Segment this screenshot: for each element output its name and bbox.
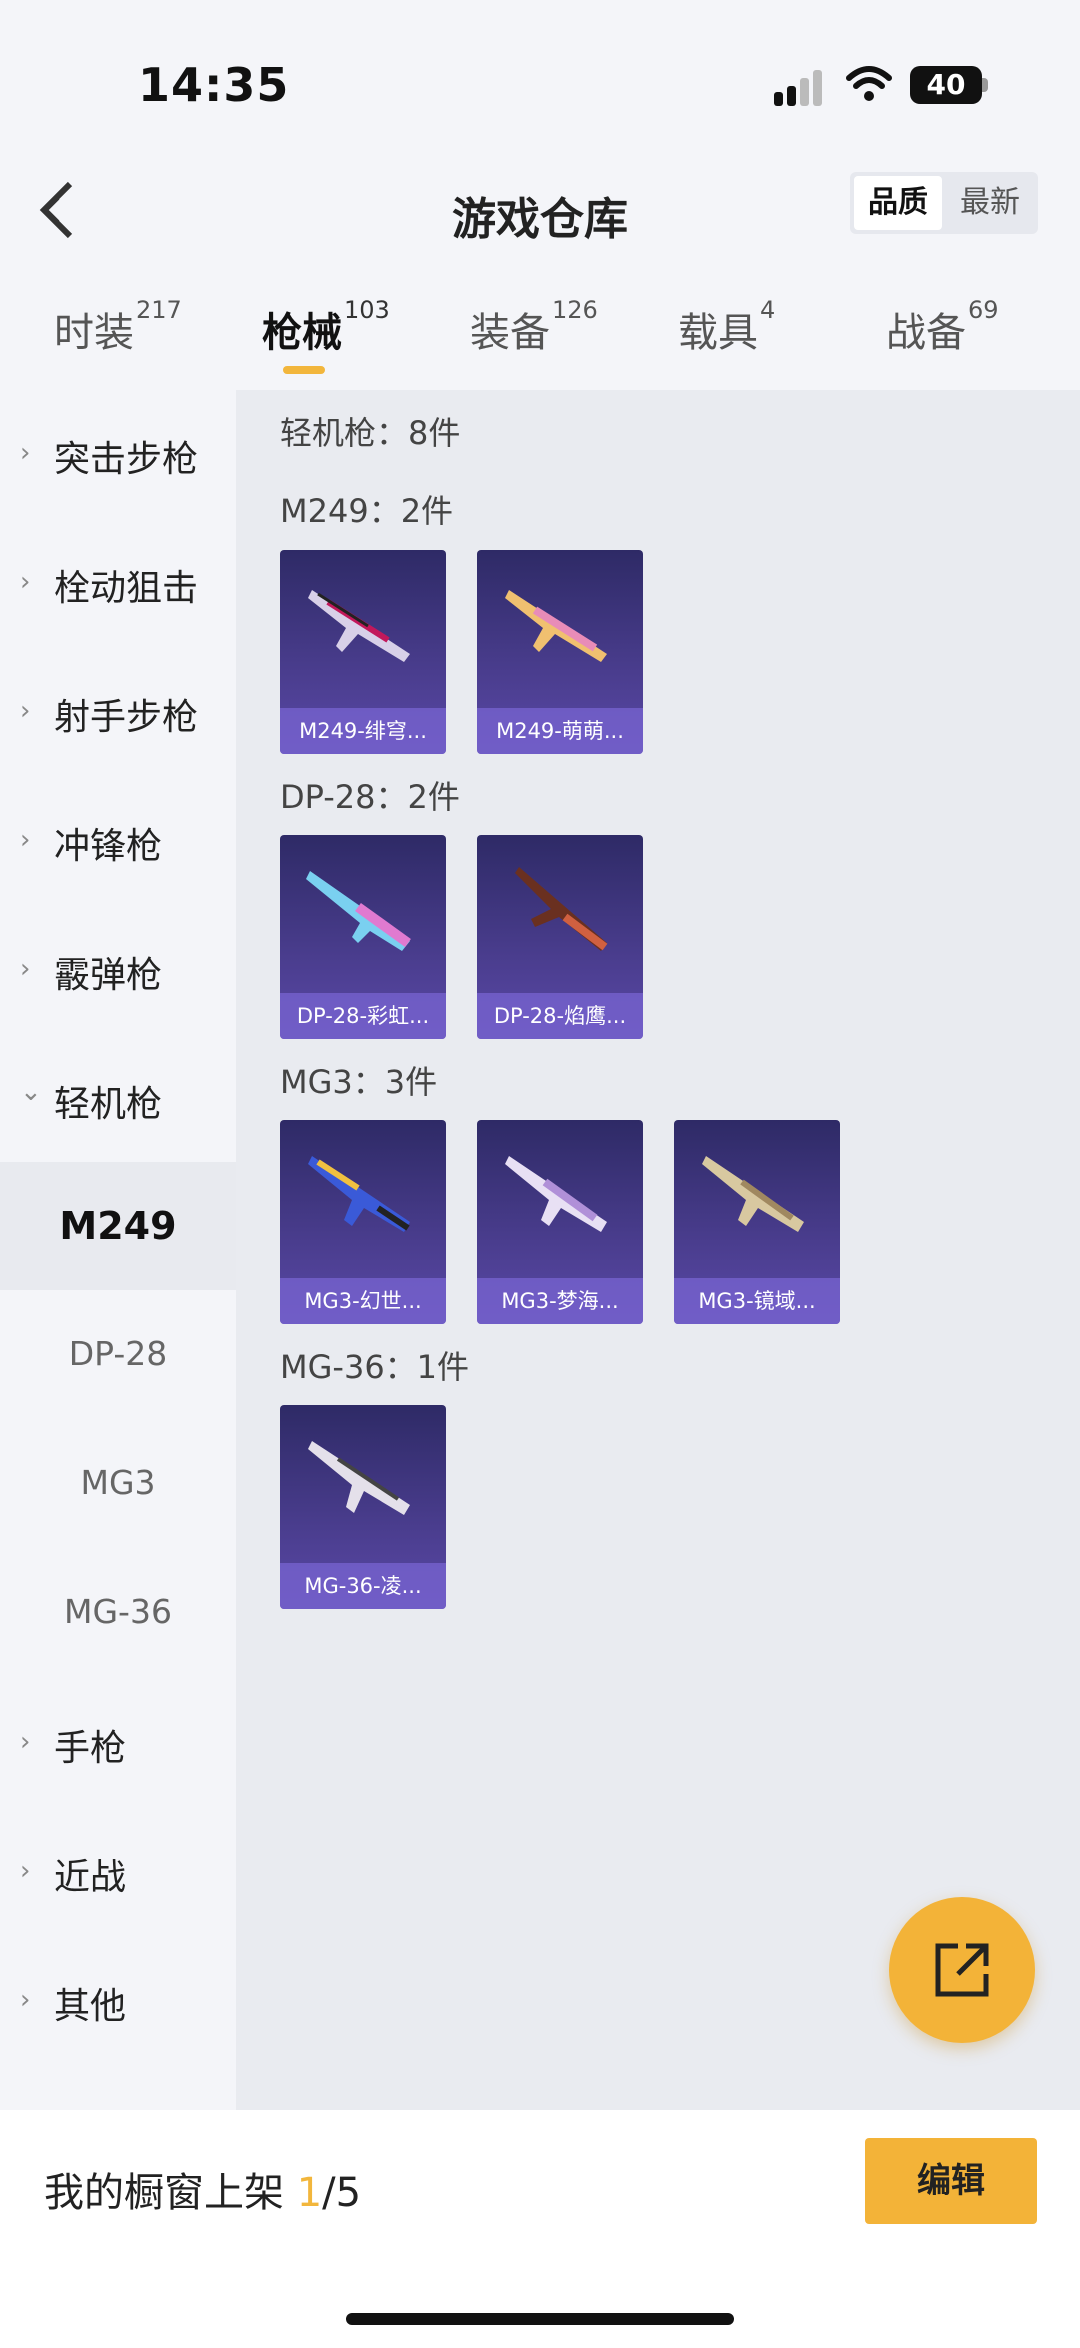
tab-count: 126 xyxy=(552,296,598,324)
chevron-right-icon: › xyxy=(20,954,31,984)
sidebar-item-label: 其他 xyxy=(54,1986,127,2027)
share-button[interactable] xyxy=(889,1897,1035,2043)
sidebar-item-label: 栓动狙击 xyxy=(54,568,199,609)
tab-count: 103 xyxy=(344,296,390,324)
sidebar-item-label: 射手步枪 xyxy=(54,697,199,738)
chevron-right-icon: › xyxy=(20,1856,31,1886)
sidebar-item-label: 霰弹枪 xyxy=(54,955,163,996)
tab-equipment[interactable]: 装备126 xyxy=(470,296,598,358)
tab-label: 装备 xyxy=(470,310,550,356)
weapon-skin-name: M249-绯穹... xyxy=(280,708,446,754)
tab-label: 战备 xyxy=(886,310,966,356)
weapon-skin-card[interactable]: MG3-梦海... xyxy=(477,1120,643,1324)
sidebar-subitem-mg36[interactable]: MG-36 xyxy=(0,1548,236,1676)
weapon-skin-name: MG3-镜域... xyxy=(674,1278,840,1324)
weapon-image xyxy=(505,590,607,662)
weapon-skin-name: DP-28-焰鹰... xyxy=(477,993,643,1039)
chevron-right-icon: › xyxy=(20,1985,31,2015)
chevron-right-icon: › xyxy=(20,696,31,726)
chevron-right-icon: › xyxy=(20,567,31,597)
status-time: 14:35 xyxy=(138,58,290,112)
weapon-skin-name: DP-28-彩虹... xyxy=(280,993,446,1039)
weapon-skin-name: MG3-梦海... xyxy=(477,1278,643,1324)
chevron-right-icon: › xyxy=(20,438,31,468)
chevron-right-icon: › xyxy=(20,1727,31,1757)
sidebar-subitem-m249[interactable]: M249 xyxy=(0,1162,236,1290)
wifi-icon xyxy=(846,66,892,101)
tab-label: 时装 xyxy=(54,310,134,356)
active-tab-indicator xyxy=(283,366,325,374)
weapon-skin-card[interactable]: M249-绯穹... xyxy=(280,550,446,754)
weapon-skin-card[interactable]: M249-萌萌... xyxy=(477,550,643,754)
weapon-skin-card[interactable]: DP-28-焰鹰... xyxy=(477,835,643,1039)
tab-count: 217 xyxy=(136,296,182,324)
sidebar-item-bolt-sniper[interactable]: › 栓动狙击 xyxy=(0,517,236,647)
weapon-skin-card[interactable]: DP-28-彩虹... xyxy=(280,835,446,1039)
category-count-header: 轻机枪：8件 xyxy=(280,414,461,452)
group-header-mg36: MG-36：1件 xyxy=(280,1348,470,1386)
weapon-image xyxy=(308,590,410,662)
tab-firearms[interactable]: 枪械103 xyxy=(262,296,390,358)
sidebar-item-label: 冲锋枪 xyxy=(54,826,163,867)
sidebar-item-assault-rifle[interactable]: › 突击步枪 xyxy=(0,388,236,518)
weapon-skin-name: M249-萌萌... xyxy=(477,708,643,754)
tab-fashion[interactable]: 时装217 xyxy=(54,296,182,358)
share-external-icon xyxy=(935,1943,989,1997)
sort-quality-button[interactable]: 品质 xyxy=(854,176,942,230)
sidebar-item-label: 近战 xyxy=(54,1857,127,1898)
group-header-dp28: DP-28：2件 xyxy=(280,778,460,816)
sidebar-item-lmg[interactable]: ⌄ 轻机枪 xyxy=(0,1033,236,1163)
sidebar-item-label: 手枪 xyxy=(54,1728,127,1769)
edit-button[interactable]: 编辑 xyxy=(865,2138,1037,2224)
sidebar-item-pistol[interactable]: › 手枪 xyxy=(0,1677,236,1807)
sidebar-item-marksman-rifle[interactable]: › 射手步枪 xyxy=(0,646,236,776)
sidebar-subitem-mg3[interactable]: MG3 xyxy=(0,1419,236,1547)
weapon-skin-card[interactable]: MG3-幻世... xyxy=(280,1120,446,1324)
weapon-skin-card[interactable]: MG3-镜域... xyxy=(674,1120,840,1324)
tab-label: 枪械 xyxy=(262,310,342,356)
weapon-image xyxy=(306,871,411,951)
sidebar-subitem-dp28[interactable]: DP-28 xyxy=(0,1290,236,1418)
tab-supplies[interactable]: 战备69 xyxy=(886,296,999,358)
showcase-count: 我的橱窗上架 1/5 xyxy=(44,2160,361,2218)
group-header-mg3: MG3：3件 xyxy=(280,1063,438,1101)
cellular-signal-icon xyxy=(774,70,826,106)
sort-toggle: 品质 最新 xyxy=(850,172,1038,234)
chevron-right-icon: › xyxy=(20,825,31,855)
home-indicator[interactable] xyxy=(346,2313,734,2325)
showcase-label: 我的橱窗上架 xyxy=(44,2170,297,2216)
group-header-m249: M249：2件 xyxy=(280,492,454,530)
sidebar-item-smg[interactable]: › 冲锋枪 xyxy=(0,775,236,905)
weapon-image xyxy=(702,1156,804,1232)
weapon-skin-card[interactable]: MG-36-凌... xyxy=(280,1405,446,1609)
chevron-down-icon: ⌄ xyxy=(20,1077,42,1107)
sidebar-item-melee[interactable]: › 近战 xyxy=(0,1806,236,1936)
sort-newest-button[interactable]: 最新 xyxy=(946,176,1034,230)
sidebar-item-label: 突击步枪 xyxy=(54,439,199,480)
battery-tip xyxy=(982,78,988,92)
weapon-image xyxy=(308,1156,410,1232)
battery-indicator: 40 xyxy=(910,66,982,104)
tab-label: 载具 xyxy=(678,310,758,356)
sidebar-item-label: 轻机枪 xyxy=(54,1084,163,1125)
tab-count: 69 xyxy=(968,296,999,324)
tab-count: 4 xyxy=(760,296,776,324)
weapon-image xyxy=(308,1441,410,1515)
sidebar-item-other[interactable]: › 其他 xyxy=(0,1935,236,2065)
weapon-image xyxy=(515,867,608,951)
sidebar-item-shotgun[interactable]: › 霰弹枪 xyxy=(0,904,236,1034)
weapon-skin-name: MG3-幻世... xyxy=(280,1278,446,1324)
showcase-current: 1 xyxy=(296,2170,323,2216)
weapon-skin-name: MG-36-凌... xyxy=(280,1563,446,1609)
weapon-image xyxy=(505,1156,607,1232)
showcase-total: /5 xyxy=(322,2170,362,2216)
tab-vehicles[interactable]: 载具4 xyxy=(678,296,775,358)
